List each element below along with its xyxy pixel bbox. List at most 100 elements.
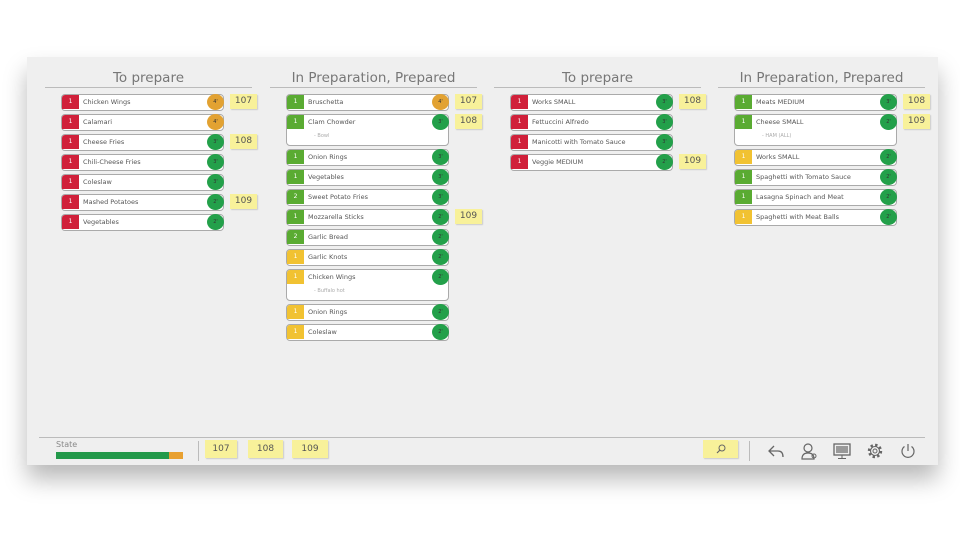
timer-badge: 3'	[656, 114, 673, 130]
item-name: Cheese Fries	[83, 138, 125, 146]
quantity-badge: 1	[62, 195, 79, 209]
order-item[interactable]: 1 Mozzarella Sticks 2' 109	[286, 209, 482, 226]
order-tag-109[interactable]: 109	[292, 440, 328, 458]
order-number-tag[interactable]: 109	[903, 114, 930, 129]
search-icon	[716, 444, 725, 454]
user-icon[interactable]	[800, 442, 818, 460]
quantity-badge: 1	[735, 150, 752, 164]
order-number-tag[interactable]: 108	[455, 114, 482, 129]
order-number-tag[interactable]: 109	[679, 154, 706, 169]
order-item[interactable]: 1 Lasagna Spinach and Meat 2'	[734, 189, 897, 206]
order-item[interactable]: 1 Chili-Cheese Fries 3'	[61, 154, 224, 171]
footer-divider	[39, 437, 925, 438]
item-name: Spaghetti with Meat Balls	[756, 213, 839, 221]
timer-badge: 2'	[880, 209, 897, 225]
order-item[interactable]: 1 Mashed Potatoes 2' 109	[61, 194, 257, 211]
order-item[interactable]: 1 Fettuccini Alfredo 3'	[510, 114, 673, 131]
order-item[interactable]: 1 Garlic Knots 2'	[286, 249, 449, 266]
order-item[interactable]: 1 Vegetables 3'	[286, 169, 449, 186]
quantity-badge: 1	[511, 115, 528, 129]
timer-badge: 2'	[432, 269, 449, 285]
undo-icon[interactable]	[767, 442, 785, 460]
order-item[interactable]: 1 Coleslaw 2'	[286, 324, 449, 341]
divider	[749, 441, 750, 461]
order-item[interactable]: 1 Chicken Wings 4' 107	[61, 94, 257, 111]
timer-badge: 2'	[880, 114, 897, 130]
timer-badge: 3'	[207, 154, 224, 170]
item-name: Manicotti with Tomato Sauce	[532, 138, 626, 146]
timer-badge: 2'	[432, 209, 449, 225]
item-name: Chicken Wings	[308, 273, 356, 281]
timer-badge: 2'	[432, 304, 449, 320]
order-item[interactable]: 1 Cheese SMALL - HAM (ALL) 2' 109	[734, 114, 930, 146]
timer-badge: 4'	[207, 114, 224, 130]
column-title: In Preparation, Prepared	[270, 69, 477, 88]
quantity-badge: 1	[287, 270, 304, 284]
order-number-tag[interactable]: 109	[230, 194, 257, 209]
timer-badge: 3'	[432, 189, 449, 205]
item-name: Mashed Potatoes	[83, 198, 139, 206]
quantity-badge: 1	[287, 325, 304, 339]
order-item[interactable]: 1 Onion Rings 2'	[286, 304, 449, 321]
order-item[interactable]: 1 Chicken Wings - Buffalo hot 2'	[286, 269, 449, 301]
order-item[interactable]: 1 Veggie MEDIUM 2' 109	[510, 154, 706, 171]
order-item[interactable]: 1 Manicotti with Tomato Sauce 3'	[510, 134, 673, 151]
order-number-tag[interactable]: 109	[455, 209, 482, 224]
quantity-badge: 1	[511, 155, 528, 169]
order-number-tag[interactable]: 108	[679, 94, 706, 109]
order-number-tag[interactable]: 108	[903, 94, 930, 109]
quantity-badge: 1	[511, 135, 528, 149]
order-item[interactable]: 1 Coleslaw 3'	[61, 174, 224, 191]
item-name: Meats MEDIUM	[756, 98, 805, 106]
order-item[interactable]: 1 Vegetables 2'	[61, 214, 224, 231]
order-item[interactable]: 1 Bruschetta 4' 107	[286, 94, 482, 111]
order-number-tag[interactable]: 107	[455, 94, 482, 109]
power-icon[interactable]	[899, 442, 917, 460]
order-item[interactable]: 1 Onion Rings 3'	[286, 149, 449, 166]
quantity-badge: 1	[287, 115, 304, 129]
order-item[interactable]: 2 Sweet Potato Fries 3'	[286, 189, 449, 206]
order-item[interactable]: 1 Spaghetti with Meat Balls 2'	[734, 209, 897, 226]
item-name: Fettuccini Alfredo	[532, 118, 589, 126]
order-tag-107[interactable]: 107	[205, 440, 237, 458]
quantity-badge: 1	[735, 95, 752, 109]
order-item[interactable]: 1 Cheese Fries 3' 108	[61, 134, 257, 151]
monitor-icon[interactable]	[833, 442, 851, 460]
column-title: In Preparation, Prepared	[718, 69, 925, 88]
order-item[interactable]: 1 Meats MEDIUM 3' 108	[734, 94, 930, 111]
item-name: Garlic Bread	[308, 233, 349, 241]
state-progress-bar	[56, 452, 183, 459]
timer-badge: 3'	[880, 94, 897, 110]
timer-badge: 3'	[207, 174, 224, 190]
quantity-badge: 1	[287, 250, 304, 264]
item-name: Spaghetti with Tomato Sauce	[756, 173, 851, 181]
order-item[interactable]: 1 Calamari 4'	[61, 114, 224, 131]
quantity-badge: 1	[511, 95, 528, 109]
timer-badge: 2'	[880, 169, 897, 185]
search-button[interactable]	[703, 440, 738, 458]
column-title: To prepare	[494, 69, 701, 88]
item-name: Clam Chowder	[308, 118, 356, 126]
order-number-tag[interactable]: 108	[230, 134, 257, 149]
state-progress-fill	[56, 452, 170, 459]
quantity-badge: 1	[735, 115, 752, 129]
quantity-badge: 2	[287, 230, 304, 244]
timer-badge: 2'	[880, 149, 897, 165]
quantity-badge: 1	[62, 95, 79, 109]
order-number-tag[interactable]: 107	[230, 94, 257, 109]
column-3: To prepare 1 Works SMALL 3' 108 1 Fettucci…	[494, 69, 706, 171]
timer-badge: 3'	[432, 169, 449, 185]
order-item[interactable]: 2 Garlic Bread 2'	[286, 229, 449, 246]
quantity-badge: 1	[735, 210, 752, 224]
order-item[interactable]: 1 Clam Chowder - Bowl 3' 108	[286, 114, 482, 146]
gear-icon[interactable]	[866, 442, 884, 460]
timer-badge: 2'	[432, 324, 449, 340]
order-tag-108[interactable]: 108	[248, 440, 283, 458]
quantity-badge: 1	[287, 170, 304, 184]
timer-badge: 2'	[207, 194, 224, 210]
item-name: Veggie MEDIUM	[532, 158, 584, 166]
order-item[interactable]: 1 Works SMALL 2'	[734, 149, 897, 166]
item-name: Chicken Wings	[83, 98, 131, 106]
order-item[interactable]: 1 Works SMALL 3' 108	[510, 94, 706, 111]
order-item[interactable]: 1 Spaghetti with Tomato Sauce 2'	[734, 169, 897, 186]
